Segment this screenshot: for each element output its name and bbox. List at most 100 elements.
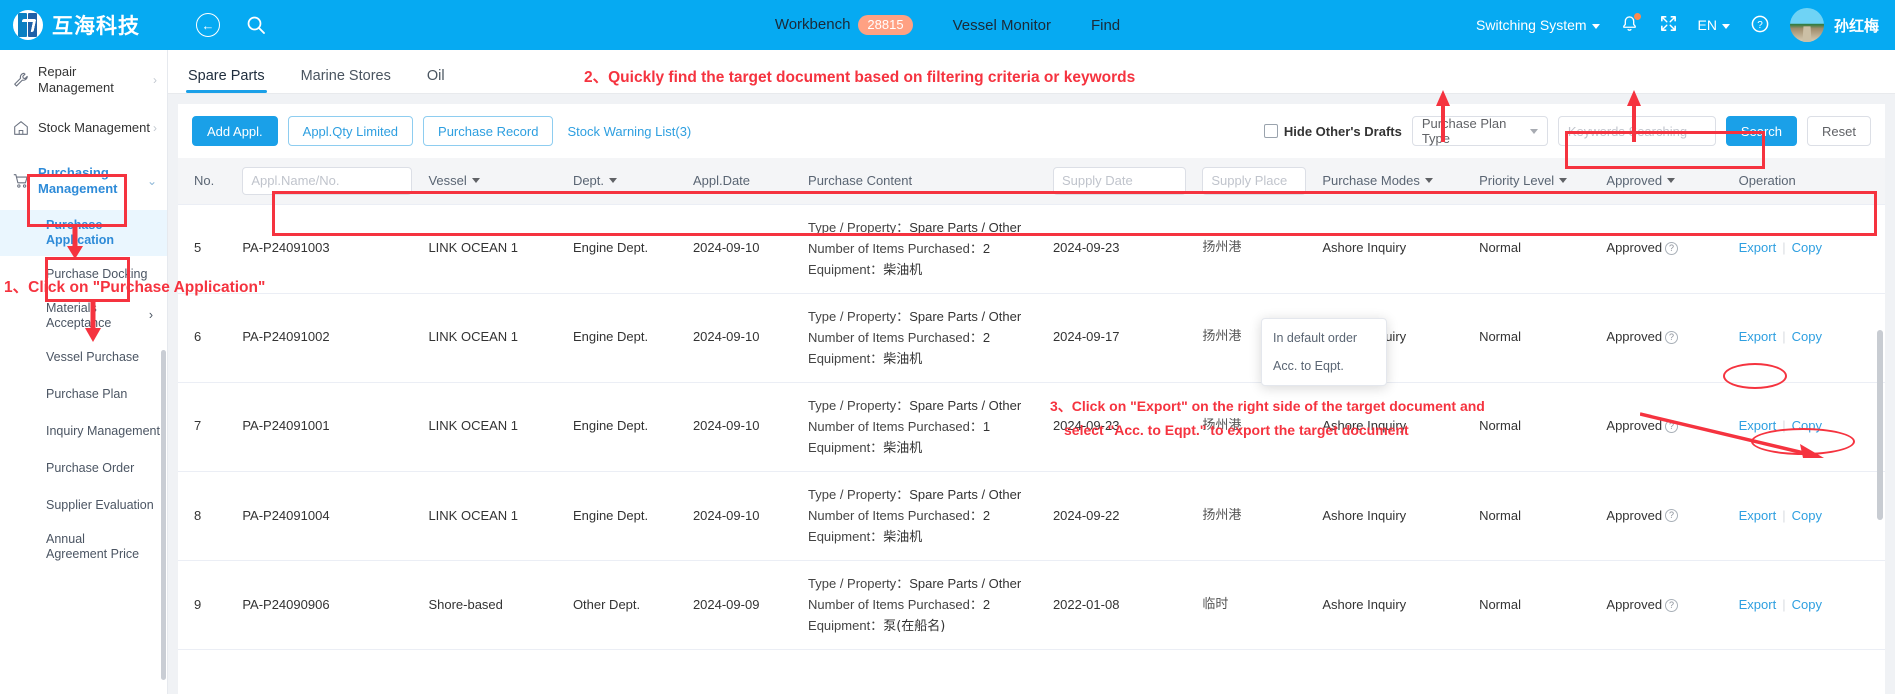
hide-others-drafts-checkbox[interactable]: Hide Other's Drafts [1263,124,1402,139]
cell-appl-date: 2024-09-10 [684,293,801,383]
tab-marine-stores[interactable]: Marine Stores [301,68,391,93]
cell-appl-no[interactable]: PA-P24091001 [234,382,421,472]
value-equipment: 柴油机 [883,262,923,278]
cell-approved: Approved? [1598,293,1731,383]
sidebar-item-inquiry-management[interactable]: Inquiry Management [0,413,167,450]
reset-button[interactable]: Reset [1807,116,1871,146]
sidebar-item-materials-acceptance-label: Materials Acceptance [46,300,112,330]
checkbox-box[interactable] [1263,124,1278,138]
language-selector[interactable]: EN [1698,17,1730,33]
export-link[interactable]: Export [1739,597,1777,612]
cell-approved: Approved? [1598,471,1731,562]
export-menu-item-default-order[interactable]: In default order [1262,324,1386,352]
sidebar-item-purchasing-management[interactable]: Purchasing Management ⌄ [0,152,167,210]
nav-workbench[interactable]: Workbench 28815 [775,14,913,36]
cell-appl-date: 2024-09-10 [684,471,801,562]
col-dept[interactable]: Dept. [564,158,685,205]
export-link[interactable]: Export [1739,418,1777,433]
question-circle-icon[interactable]: ? [1750,14,1770,37]
label-type-property: Type / Property： [808,576,910,592]
value-equipment: 泵(在船名) [883,619,946,635]
sidebar-item-vessel-purchase[interactable]: Vessel Purchase [0,339,167,376]
cell-appl-no[interactable]: PA-P24091002 [234,293,421,383]
supply-date-filter-input[interactable]: Supply Date [1052,166,1187,195]
export-link[interactable]: Export [1739,508,1777,523]
sidebar-item-stock-management[interactable]: Stock Management › [0,104,167,152]
notification-dot [1633,12,1641,20]
sidebar-item-supplier-evaluation[interactable]: Supplier Evaluation [0,487,167,524]
logo-area[interactable]: 互海科技 [0,10,190,40]
copy-link[interactable]: Copy [1792,597,1822,612]
search-button[interactable]: Search [1725,116,1798,146]
supply-place-filter-input[interactable]: Supply Place [1202,166,1307,195]
cell-dept: Other Dept. [564,560,685,651]
appl-name-no-filter-input[interactable]: Appl.Name/No. [242,166,413,195]
cell-supply-place: 扬州港 [1194,471,1315,562]
label-number-items: Number of Items Purchased： [808,507,983,523]
export-link[interactable]: Export [1739,329,1777,344]
nav-find-label: Find [1090,16,1121,34]
status-badge: Approved [1606,418,1663,434]
user-name: 孙红梅 [1833,16,1879,35]
export-menu-item-acc-to-eqpt[interactable]: Acc. to Eqpt. [1262,352,1386,380]
sidebar-item-purchase-plan[interactable]: Purchase Plan [0,376,167,413]
label-equipment: Equipment： [808,529,884,545]
col-priority-level[interactable]: Priority Level [1471,158,1599,205]
appl-qty-limited-button[interactable]: Appl.Qty Limited [287,116,414,146]
purchase-record-button[interactable]: Purchase Record [423,116,554,146]
tab-spare-parts[interactable]: Spare Parts [186,68,267,93]
col-approved-label: Approved [1606,173,1663,189]
cell-supply-date: 2024-09-17 [1044,293,1195,383]
col-purchase-modes[interactable]: Purchase Modes [1314,158,1472,205]
table-scrollbar[interactable] [1877,330,1883,520]
copy-link[interactable]: Copy [1792,508,1822,523]
bell-icon[interactable] [1620,12,1641,37]
stock-warning-list-link[interactable]: Stock Warning List(3) [563,124,695,139]
status-badge: Approved [1606,329,1663,345]
col-approved[interactable]: Approved [1598,158,1731,205]
cell-appl-no[interactable]: PA-P24091004 [234,471,421,562]
avatar[interactable] [1789,8,1824,42]
cell-priority: Normal [1471,293,1599,383]
sidebar-item-annual-agreement-price-label: Annual Agreement Price [46,531,140,561]
cell-no: 9 [178,560,235,651]
sidebar-scrollbar[interactable] [161,350,166,680]
sidebar-item-purchase-order[interactable]: Purchase Order [0,450,167,487]
export-link[interactable]: Export [1739,240,1777,255]
sidebar-item-repair-management[interactable]: Repair Management › [0,56,167,104]
copy-link[interactable]: Copy [1792,240,1822,255]
tab-oil[interactable]: Oil [427,68,445,93]
keywords-search-input[interactable]: Keywords Searching [1557,116,1716,146]
purchase-application-table: No. Appl.Name/No. Vessel Dept. Appl.Date [178,158,1885,651]
question-icon[interactable]: ? [1665,242,1679,256]
switching-system-dropdown[interactable]: Switching System [1476,17,1600,33]
col-vessel[interactable]: Vessel [420,158,565,205]
cell-appl-date: 2024-09-10 [684,382,801,472]
label-number-items: Number of Items Purchased： [808,240,983,256]
cell-appl-no[interactable]: PA-P24091003 [234,204,421,294]
copy-link[interactable]: Copy [1792,418,1822,433]
nav-vessel-monitor[interactable]: Vessel Monitor [953,17,1051,34]
purchase-plan-type-value: Purchase Plan Type [1421,116,1507,146]
fullscreen-icon[interactable] [1659,14,1678,36]
sidebar-item-annual-agreement-price[interactable]: Annual Agreement Price [0,524,167,570]
cell-vessel: LINK OCEAN 1 [420,204,565,294]
sidebar-item-purchase-application[interactable]: Purchase Application [0,210,167,256]
toolbar-filters: Hide Other's Drafts Purchase Plan Type K… [1263,116,1871,146]
question-icon[interactable]: ? [1665,598,1679,612]
cell-appl-no[interactable]: PA-P24090906 [234,560,421,651]
col-priority-level-label: Priority Level [1479,173,1555,189]
question-icon[interactable]: ? [1665,420,1679,434]
back-icon[interactable]: ← [196,13,220,37]
sidebar-item-purchasing-management-label: Purchasing Management [38,164,118,196]
chevron-right-icon: › [153,73,157,87]
sidebar-item-purchase-docking[interactable]: Purchase Docking [0,256,167,293]
nav-find[interactable]: Find [1091,17,1120,34]
copy-link[interactable]: Copy [1792,329,1822,344]
purchase-plan-type-select[interactable]: Purchase Plan Type [1411,116,1548,146]
add-appl-button[interactable]: Add Appl. [192,116,278,146]
search-icon[interactable] [246,15,266,35]
question-icon[interactable]: ? [1665,509,1679,523]
sidebar-item-materials-acceptance[interactable]: Materials Acceptance › [0,293,167,339]
question-icon[interactable]: ? [1665,331,1679,345]
